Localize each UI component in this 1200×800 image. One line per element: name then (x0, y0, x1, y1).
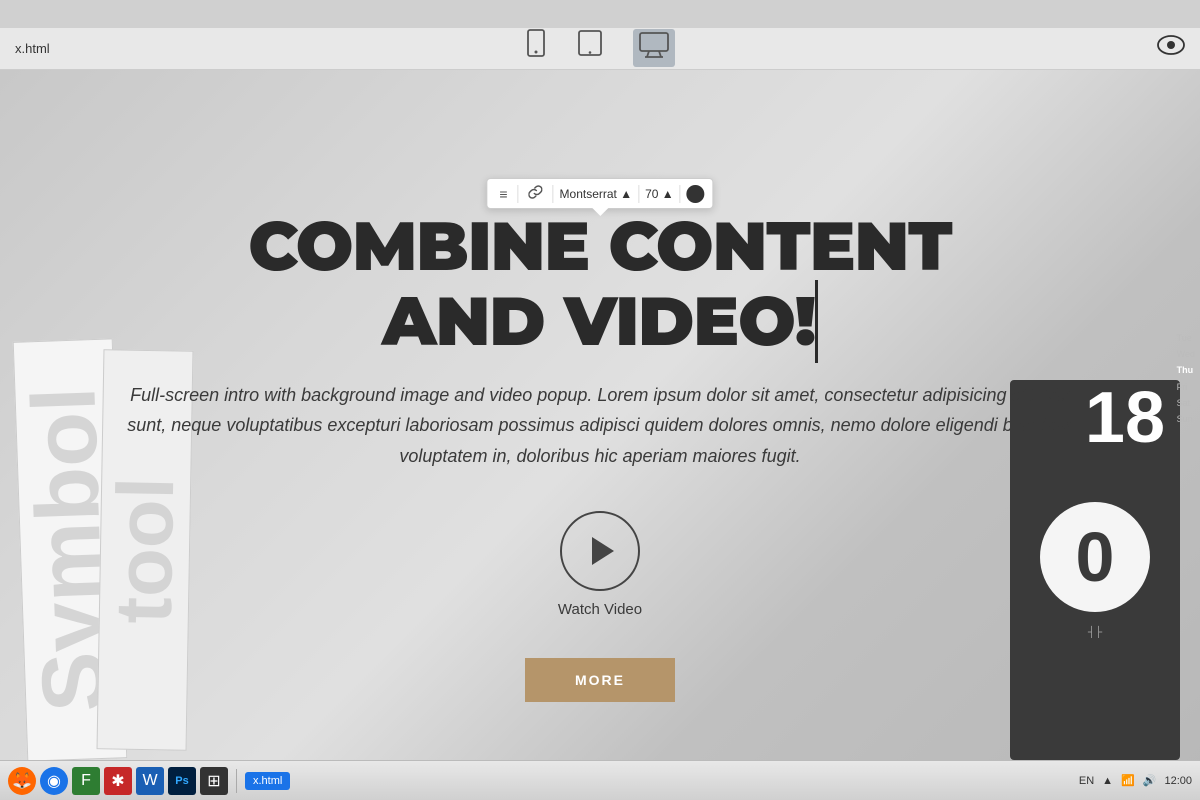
watch-video-label: Watch Video (558, 601, 642, 618)
video-button-container: Watch Video (60, 511, 1140, 618)
file-name: x.html (10, 41, 50, 56)
taskbar-network-icon: 📶 (1121, 774, 1135, 787)
taskbar: 🦊 ◉ F ✱ W Ps ⊞ x.html EN ▲ 📶 🔊 12:00 (0, 760, 1200, 800)
main-content: COMBINE CONTENT and VIDEO! Full-screen i… (0, 210, 1200, 702)
browser-icons (525, 29, 675, 67)
headline-line1: COMBINE CONTENT (248, 205, 951, 288)
font-size-selector[interactable]: 70 ▲ (645, 187, 674, 201)
font-name-selector[interactable]: Montserrat ▲ (560, 187, 633, 201)
toolbar-divider-2 (553, 185, 554, 203)
color-picker[interactable] (687, 185, 705, 203)
align-button[interactable]: ≡ (495, 184, 511, 204)
tablet-icon[interactable] (577, 29, 603, 67)
toolbar-divider-4 (680, 185, 681, 203)
desktop-icon[interactable] (633, 29, 675, 67)
text-toolbar-popup: ≡ Montserrat ▲ 70 ▲ (486, 178, 713, 209)
taskbar-antivirus[interactable]: ✱ (104, 767, 132, 795)
taskbar-filezilla[interactable]: F (72, 767, 100, 795)
mobile-icon[interactable] (525, 29, 547, 67)
play-triangle-icon (592, 537, 614, 565)
toolbar-divider-1 (518, 185, 519, 203)
taskbar-photoshop[interactable]: Ps (168, 767, 196, 795)
browser-chrome: x.html (0, 0, 1200, 70)
headline: COMBINE CONTENT and VIDEO! (60, 210, 1140, 360)
taskbar-active-item[interactable]: x.html (245, 772, 290, 790)
taskbar-firefox[interactable]: 🦊 (8, 767, 36, 795)
taskbar-misc[interactable]: ⊞ (200, 767, 228, 795)
address-bar-row: x.html (0, 27, 1200, 69)
taskbar-time: 12:00 (1164, 775, 1192, 787)
taskbar-system: EN ▲ 📶 🔊 12:00 (1079, 774, 1192, 787)
hero-description: Full-screen intro with background image … (125, 380, 1075, 472)
headline-line2: and VIDEO! (382, 280, 818, 363)
preview-eye-icon[interactable] (1157, 35, 1185, 61)
page-content: Symbol tool 18 0 ┤├ TueWedThuFriSatSun ≡ (0, 70, 1200, 800)
text-cursor (815, 280, 818, 363)
taskbar-separator (236, 769, 237, 793)
taskbar-arrow-up: ▲ (1102, 775, 1113, 787)
more-button[interactable]: MORE (525, 658, 675, 702)
toolbar-divider-3 (638, 185, 639, 203)
taskbar-browser[interactable]: ◉ (40, 767, 68, 795)
play-button[interactable] (560, 511, 640, 591)
link-button[interactable] (525, 183, 547, 204)
taskbar-language: EN (1079, 775, 1094, 787)
taskbar-volume-icon: 🔊 (1143, 774, 1157, 787)
tab-bar (0, 0, 1200, 28)
taskbar-word[interactable]: W (136, 767, 164, 795)
